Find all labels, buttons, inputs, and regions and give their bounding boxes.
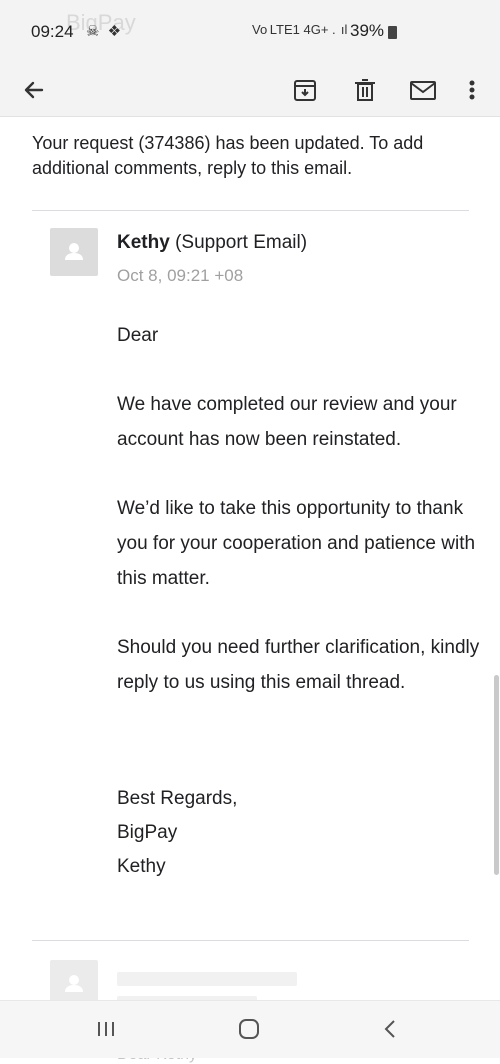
sender-detail: (Support Email) <box>169 232 308 253</box>
sender-name: Kethy <box>117 232 170 253</box>
greeting: Dear <box>117 325 159 346</box>
email-body: Dear We have completed our review and yo… <box>117 318 487 700</box>
scrollbar[interactable] <box>494 675 499 875</box>
avatar <box>50 228 98 276</box>
person-icon <box>65 243 83 260</box>
paragraph: Should you need further clarification, k… <box>117 637 480 693</box>
status-bar: BigPay 09:24 ☠ ❖ Vo LTE1 4G+ . ıl 39% <box>0 0 500 64</box>
signature: Best Regards, BigPay Kethy <box>117 782 237 884</box>
paragraph: We have completed our review and your ac… <box>117 394 457 450</box>
archive-icon[interactable] <box>291 76 319 104</box>
nav-back-icon[interactable] <box>380 1017 400 1041</box>
sender[interactable]: Kethy (Support Email) <box>117 232 307 254</box>
message-date: Oct 8, 09:21 +08 <box>117 266 244 285</box>
network-indicators: Vo LTE1 4G+ . ıl <box>252 22 348 37</box>
trash-icon[interactable] <box>351 76 379 104</box>
battery-percentage: 39% <box>350 21 385 40</box>
arrow-left-icon[interactable] <box>20 76 48 104</box>
home-icon[interactable] <box>237 1017 261 1041</box>
paragraph: We’d like to take this opportunity to th… <box>117 498 476 589</box>
divider <box>32 210 469 211</box>
battery-icon <box>388 26 397 39</box>
notification-icons: ☠ ❖ <box>86 23 124 40</box>
email-toolbar <box>0 64 500 117</box>
signature-company: BigPay <box>117 822 178 843</box>
recents-icon[interactable] <box>95 1017 117 1041</box>
signoff: Best Regards, <box>117 788 238 809</box>
signature-name: Kethy <box>117 856 166 877</box>
mail-icon[interactable] <box>408 76 438 104</box>
sender-placeholder <box>117 972 297 986</box>
system-navigation-bar <box>0 1000 500 1058</box>
divider <box>32 940 469 941</box>
more-vertical-icon[interactable] <box>461 76 483 104</box>
status-time: 09:24 <box>31 22 74 41</box>
ticket-update-notice: Your request (374386) has been updated. … <box>32 133 424 178</box>
